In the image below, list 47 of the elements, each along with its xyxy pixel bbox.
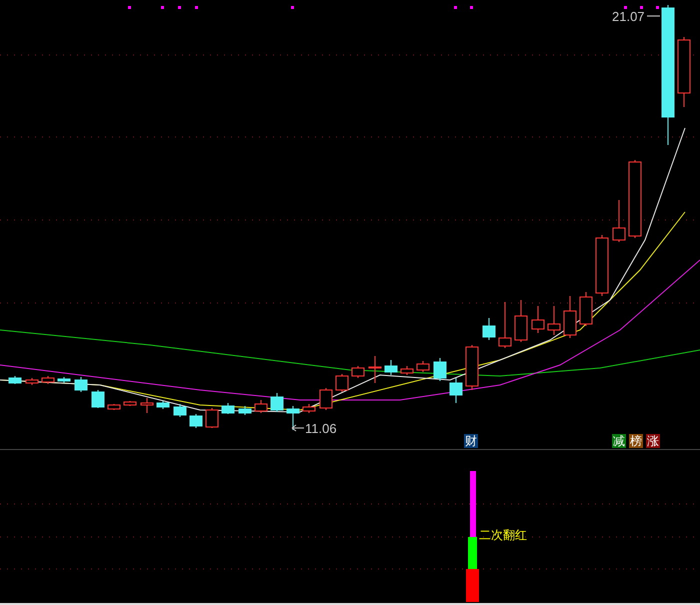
candlestick	[352, 366, 364, 378]
low-price-label: 11.06	[305, 422, 337, 435]
candlestick	[254, 400, 268, 414]
left-arrow-icon	[291, 424, 305, 432]
candlestick	[336, 374, 348, 392]
candlestick	[156, 400, 170, 410]
candlestick	[108, 404, 120, 410]
event-badge[interactable]: 财	[464, 434, 478, 448]
candlestick	[400, 366, 414, 376]
candlestick	[92, 390, 104, 408]
candlestick	[286, 406, 300, 430]
candlestick	[416, 360, 430, 372]
candlestick	[26, 378, 38, 386]
candlestick	[596, 234, 608, 296]
candlestick	[532, 306, 544, 334]
candlestick	[368, 356, 382, 384]
candlestick	[174, 404, 186, 418]
candlestick	[74, 376, 88, 392]
candlestick	[612, 200, 626, 242]
candlestick	[320, 388, 332, 410]
event-badge[interactable]: 减	[612, 434, 626, 448]
candlestick	[482, 318, 496, 340]
candlestick	[384, 360, 398, 376]
signal-label: 二次翻红	[479, 529, 527, 541]
candlestick	[206, 408, 218, 428]
event-badge[interactable]: 榜	[629, 434, 643, 448]
candlestick	[514, 300, 528, 342]
candlestick	[124, 400, 136, 406]
candlestick	[222, 402, 234, 414]
candlestick	[8, 376, 22, 384]
candlestick	[434, 358, 446, 382]
candlestick	[302, 404, 316, 414]
candlestick	[450, 378, 462, 404]
candlestick	[678, 36, 690, 108]
high-price-label: 21.07	[612, 10, 645, 23]
candlestick	[498, 302, 512, 348]
candlestick	[190, 414, 202, 428]
candlestick	[270, 392, 284, 412]
candlestick	[466, 344, 478, 390]
candlestick	[42, 376, 54, 384]
candlestick	[58, 376, 70, 384]
candlestick	[564, 296, 576, 338]
candlestick	[580, 292, 592, 326]
candlestick	[140, 398, 154, 414]
candlestick	[548, 306, 560, 336]
candlestick	[238, 406, 252, 416]
event-badge[interactable]: 涨	[646, 434, 660, 448]
